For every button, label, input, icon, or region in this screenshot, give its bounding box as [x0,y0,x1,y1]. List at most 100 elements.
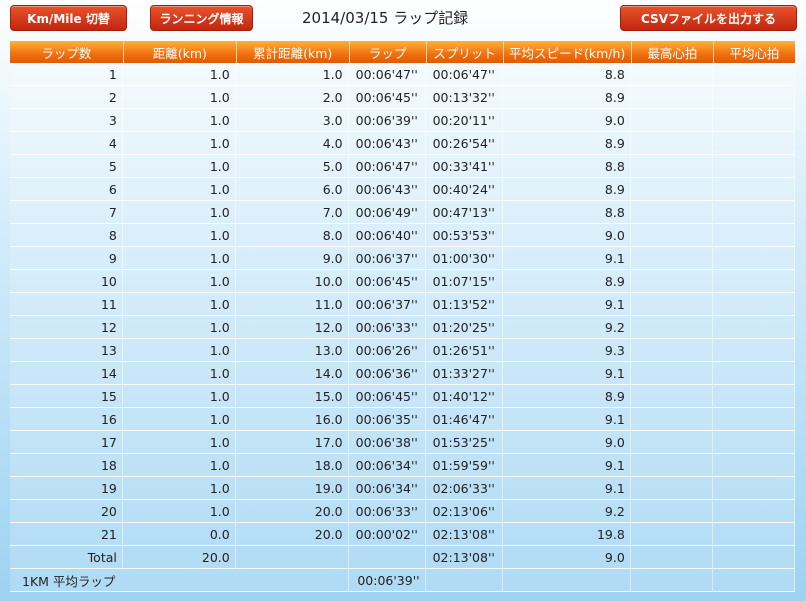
max-heart-rate-cell [630,523,713,546]
cumulative-distance-cell: 5.0 [235,155,349,178]
lap-time-cell: 00:06'35'' [348,408,426,431]
table-row: 19 1.0 19.0 00:06'34'' 02:06'33'' 9.1 [10,477,795,500]
average-lap-empty [630,569,713,592]
max-heart-rate-cell [630,109,713,132]
lap-number-cell: 10 [10,270,123,293]
lap-number-cell: 16 [10,408,123,431]
split-cell: 00:26'54'' [425,132,503,155]
split-cell: 01:20'25'' [425,316,503,339]
average-heart-rate-cell [712,86,795,109]
split-cell: 01:46'47'' [425,408,503,431]
lap-number-cell: 6 [10,178,123,201]
average-heart-rate-cell [712,201,795,224]
average-speed-cell: 19.8 [502,523,631,546]
average-speed-cell: 8.9 [502,270,631,293]
cumulative-distance-cell: 20.0 [235,523,349,546]
distance-cell: 1.0 [122,408,236,431]
km-mile-toggle-button[interactable]: Km/Mile 切替 [10,5,127,31]
cumulative-distance-cell: 8.0 [235,224,349,247]
cumulative-distance-cell: 17.0 [235,431,349,454]
lap-number-cell: 3 [10,109,123,132]
distance-cell: 1.0 [122,454,236,477]
lap-time-cell: 00:06'34'' [348,477,426,500]
max-heart-rate-cell [630,224,713,247]
table-header-row: ラップ数 距離(km) 累計距離(km) ラップ スプリット 平均スピード(km… [10,41,795,63]
lap-number-cell: 20 [10,500,123,523]
max-heart-rate-cell [630,362,713,385]
cumulative-distance-cell: 10.0 [235,270,349,293]
table-row: 13 1.0 13.0 00:06'26'' 01:26'51'' 9.3 [10,339,795,362]
max-heart-rate-cell [630,132,713,155]
distance-cell: 1.0 [122,293,236,316]
split-cell: 00:53'53'' [425,224,503,247]
max-heart-rate-cell [630,431,713,454]
table-row: 1 1.0 1.0 00:06'47'' 00:06'47'' 8.8 [10,63,795,86]
cumulative-distance-cell: 11.0 [235,293,349,316]
cumulative-distance-cell: 9.0 [235,247,349,270]
lap-number-cell: 7 [10,201,123,224]
cumulative-distance-cell: 19.0 [235,477,349,500]
average-heart-rate-cell [712,362,795,385]
max-heart-rate-cell [630,201,713,224]
average-heart-rate-cell [712,408,795,431]
average-lap-label: 1KM 平均ラップ [10,569,349,592]
lap-time-cell: 00:06'45'' [348,385,426,408]
lap-time-cell: 00:06'43'' [348,132,426,155]
lap-number-cell: 11 [10,293,123,316]
lap-time-cell: 00:06'43'' [348,178,426,201]
max-heart-rate-cell [630,339,713,362]
average-speed-cell: 9.1 [502,477,631,500]
total-split: 02:13'08'' [425,546,503,569]
split-cell: 01:40'12'' [425,385,503,408]
cumulative-distance-cell: 7.0 [235,201,349,224]
average-heart-rate-cell [712,178,795,201]
cumulative-distance-cell: 6.0 [235,178,349,201]
max-heart-rate-cell [630,316,713,339]
cumulative-distance-cell: 1.0 [235,63,349,86]
split-cell: 00:40'24'' [425,178,503,201]
lap-number-cell: 2 [10,86,123,109]
lap-number-cell: 18 [10,454,123,477]
total-empty [712,546,795,569]
average-speed-cell: 9.1 [502,408,631,431]
distance-cell: 1.0 [122,201,236,224]
lap-time-cell: 00:06'47'' [348,63,426,86]
max-heart-rate-cell [630,178,713,201]
average-heart-rate-cell [712,523,795,546]
average-speed-cell: 9.0 [502,431,631,454]
average-heart-rate-cell [712,109,795,132]
average-lap-time: 00:06'39'' [348,569,426,592]
average-heart-rate-cell [712,155,795,178]
header-distance: 距離(km) [122,41,236,63]
average-speed-cell: 9.0 [502,109,631,132]
max-heart-rate-cell [630,270,713,293]
max-heart-rate-cell [630,385,713,408]
cumulative-distance-cell: 3.0 [235,109,349,132]
distance-cell: 1.0 [122,224,236,247]
table-row: 3 1.0 3.0 00:06'39'' 00:20'11'' 9.0 [10,109,795,132]
split-cell: 02:13'08'' [425,523,503,546]
running-info-button[interactable]: ランニング情報 [150,5,253,31]
table-row: 2 1.0 2.0 00:06'45'' 00:13'32'' 8.9 [10,86,795,109]
table-row: 9 1.0 9.0 00:06'37'' 01:00'30'' 9.1 [10,247,795,270]
table-row: 12 1.0 12.0 00:06'33'' 01:20'25'' 9.2 [10,316,795,339]
distance-cell: 1.0 [122,316,236,339]
average-lap-empty [425,569,503,592]
lap-number-cell: 19 [10,477,123,500]
split-cell: 00:20'11'' [425,109,503,132]
lap-number-cell: 14 [10,362,123,385]
distance-cell: 1.0 [122,270,236,293]
header-lap-number: ラップ数 [10,41,123,63]
max-heart-rate-cell [630,293,713,316]
distance-cell: 1.0 [122,155,236,178]
page-title: 2014/03/15 ラップ記録 [302,9,469,27]
max-heart-rate-cell [630,408,713,431]
total-average-speed: 9.0 [502,546,631,569]
total-empty [348,546,426,569]
split-cell: 00:33'41'' [425,155,503,178]
lap-time-cell: 00:06'34'' [348,454,426,477]
csv-export-button[interactable]: CSVファイルを出力する [620,5,797,31]
lap-time-cell: 00:06'38'' [348,431,426,454]
distance-cell: 1.0 [122,178,236,201]
table-row: 17 1.0 17.0 00:06'38'' 01:53'25'' 9.0 [10,431,795,454]
